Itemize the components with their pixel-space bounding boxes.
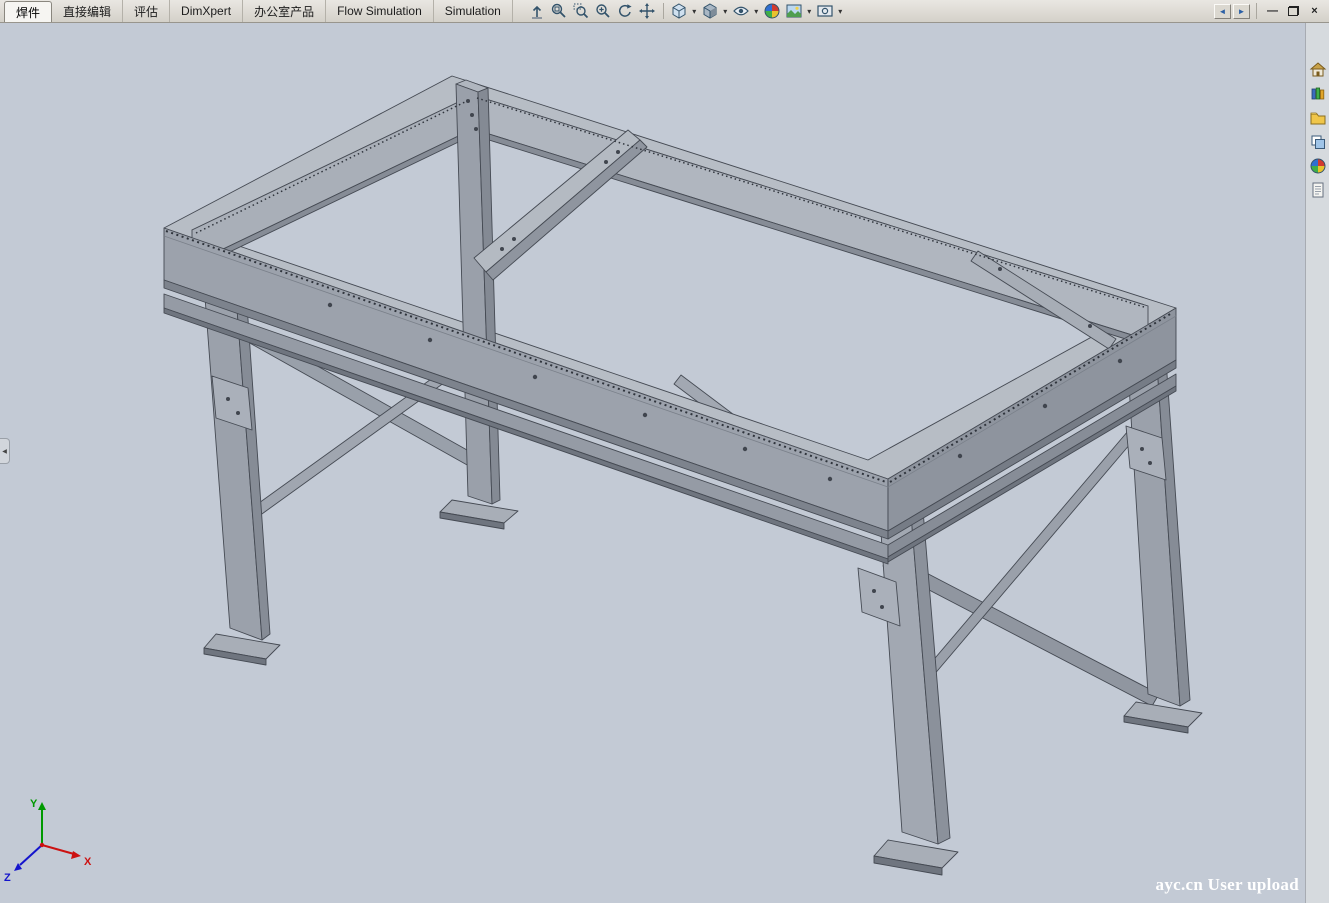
view-palette-icon	[1309, 133, 1327, 151]
task-pane-home-button[interactable]	[1307, 59, 1328, 80]
window-controls: ◄ ► — ×	[1214, 0, 1329, 22]
view-settings-icon	[816, 2, 834, 20]
toolbar-separator	[1256, 3, 1257, 19]
display-style-icon	[701, 2, 719, 20]
apply-scene-icon	[785, 2, 803, 20]
pan-button[interactable]	[637, 2, 658, 21]
folder-icon	[1309, 109, 1327, 127]
display-style-button[interactable]	[700, 2, 721, 21]
watermark-text: ayc.cn User upload	[1156, 875, 1299, 895]
edit-appearance-button[interactable]	[762, 2, 783, 21]
graphics-viewport[interactable]: Y X Z ◀ ayc.cn User upload	[0, 23, 1305, 903]
zoom-in-out-button[interactable]	[593, 2, 614, 21]
task-pane-strip	[1305, 23, 1329, 903]
rotate-view-button[interactable]	[615, 2, 636, 21]
view-settings-button[interactable]	[815, 2, 836, 21]
orientation-triad: Y X Z	[4, 798, 92, 884]
model-leg-back	[440, 80, 518, 529]
nav-back-button[interactable]: ◄	[1214, 4, 1231, 19]
axis-z-label: Z	[4, 872, 11, 884]
axis-x-label: X	[84, 856, 92, 868]
task-pane-file-explorer-button[interactable]	[1307, 107, 1328, 128]
chevron-down-icon[interactable]	[690, 7, 699, 16]
tab-dimxpert[interactable]: DimXpert	[170, 0, 243, 22]
minimize-button[interactable]: —	[1263, 4, 1282, 19]
chevron-down-icon[interactable]	[721, 7, 730, 16]
restore-button[interactable]	[1284, 4, 1303, 19]
zoom-area-icon	[572, 2, 590, 20]
normal-to-button[interactable]	[527, 2, 548, 21]
tab-office-products[interactable]: 办公室产品	[243, 0, 326, 22]
task-pane-appearances-button[interactable]	[1307, 155, 1328, 176]
edit-appearance-icon	[763, 2, 781, 20]
feature-tree-collapse-button[interactable]: ◀	[0, 438, 10, 464]
chevron-down-icon[interactable]	[836, 7, 845, 16]
chevron-down-icon[interactable]	[752, 7, 761, 16]
home-icon	[1309, 61, 1327, 79]
app-window: 焊件 直接编辑 评估 DimXpert 办公室产品 Flow Simulatio…	[0, 0, 1329, 903]
chevron-down-icon[interactable]	[805, 7, 814, 16]
restore-icon	[1288, 6, 1299, 16]
normal-to-icon	[528, 2, 546, 20]
zoom-fit-button[interactable]	[549, 2, 570, 21]
tab-direct-editing[interactable]: 直接编辑	[52, 0, 123, 22]
task-pane-view-palette-button[interactable]	[1307, 131, 1328, 152]
view-orientation-icon	[670, 2, 688, 20]
zoom-fit-icon	[550, 2, 568, 20]
zoom-area-button[interactable]	[571, 2, 592, 21]
pan-icon	[638, 2, 656, 20]
hide-show-items-button[interactable]	[731, 2, 752, 21]
command-manager-bar: 焊件 直接编辑 评估 DimXpert 办公室产品 Flow Simulatio…	[0, 0, 1329, 23]
toolbar-separator	[663, 3, 664, 19]
model-canvas[interactable]: Y X Z	[0, 23, 1305, 903]
tab-weldments[interactable]: 焊件	[4, 1, 52, 22]
document-properties-icon	[1309, 181, 1327, 199]
tab-flow-simulation[interactable]: Flow Simulation	[326, 0, 434, 22]
zoom-in-out-icon	[594, 2, 612, 20]
task-pane-design-library-button[interactable]	[1307, 83, 1328, 104]
design-library-icon	[1309, 85, 1327, 103]
appearances-sphere-icon	[1309, 157, 1327, 175]
apply-scene-button[interactable]	[784, 2, 805, 21]
command-tabs: 焊件 直接编辑 评估 DimXpert 办公室产品 Flow Simulatio…	[0, 0, 513, 22]
tab-evaluate[interactable]: 评估	[123, 0, 170, 22]
tab-simulation[interactable]: Simulation	[434, 0, 513, 22]
hide-show-items-icon	[732, 2, 750, 20]
view-orientation-button[interactable]	[669, 2, 690, 21]
nav-forward-button[interactable]: ►	[1233, 4, 1250, 19]
axis-y-label: Y	[30, 798, 38, 810]
task-pane-custom-properties-button[interactable]	[1307, 179, 1328, 200]
rotate-view-icon	[616, 2, 634, 20]
close-button[interactable]: ×	[1305, 4, 1324, 19]
view-toolbar	[527, 0, 845, 22]
